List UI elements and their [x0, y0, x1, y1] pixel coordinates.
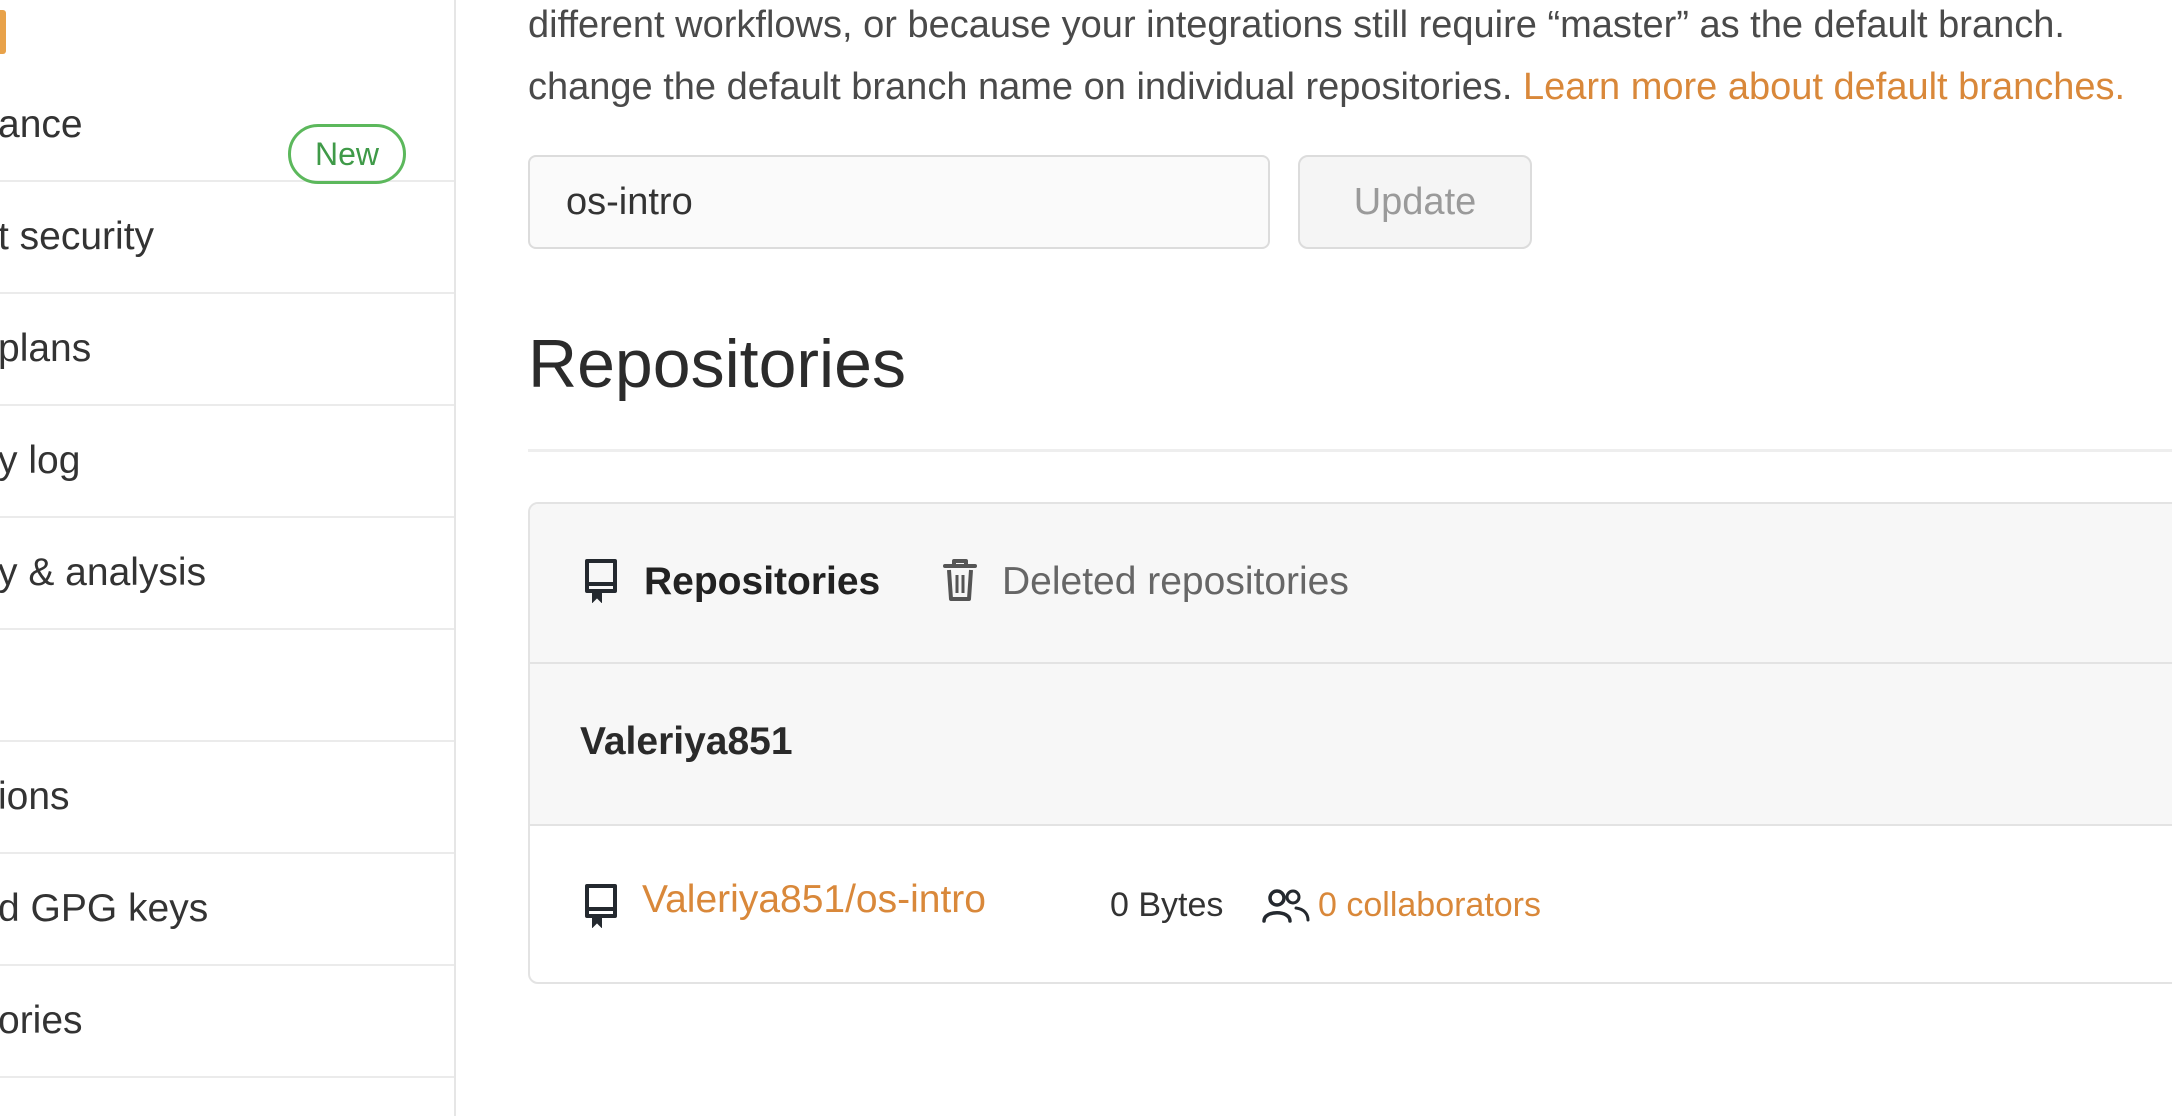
sidebar-item-blank[interactable] — [0, 630, 454, 742]
sidebar-item-account-security[interactable]: t security — [0, 182, 454, 294]
section-divider — [528, 449, 2172, 452]
trash-icon — [942, 557, 978, 608]
default-branch-input[interactable] — [528, 155, 1270, 249]
sidebar-item-label: plans — [0, 327, 92, 370]
sidebar-item-security-log[interactable]: y log — [0, 406, 454, 518]
update-button[interactable]: Update — [1298, 155, 1532, 249]
sidebar-item-label: ance — [0, 103, 83, 146]
sidebar-item-label: y log — [0, 439, 81, 482]
sidebar-item-label: t security — [0, 215, 155, 258]
repository-link[interactable]: Valeriya851/os-intro — [642, 878, 986, 922]
repositories-heading: Repositories — [528, 326, 906, 402]
description-line-2: change the default branch name on indivi… — [528, 56, 2125, 118]
settings-sidebar: ance New t security plans y log y & anal… — [0, 0, 456, 1116]
repository-size: 0 Bytes — [1110, 886, 1224, 924]
people-icon — [1262, 888, 1310, 929]
sidebar-item-label: d GPG keys — [0, 887, 209, 930]
sidebar-item-label: y & analysis — [0, 551, 207, 594]
tab-deleted-repositories-label: Deleted repositories — [1002, 560, 1349, 603]
repositories-box: Repositories Deleted repositories Valeri… — [528, 502, 2172, 984]
sidebar-item-label: ories — [0, 999, 83, 1042]
description-line-2-text: change the default branch name on indivi… — [528, 66, 1523, 108]
tab-repositories-label: Repositories — [644, 560, 881, 603]
owner-name: Valeriya851 — [580, 720, 793, 763]
tab-repositories[interactable]: Repositories — [582, 504, 880, 660]
description-line-1: different workflows, or because your int… — [528, 4, 2065, 46]
sidebar-active-accent — [0, 10, 6, 54]
sidebar-item-security-analysis[interactable]: y & analysis — [0, 518, 454, 630]
owner-row: Valeriya851 — [530, 664, 2172, 826]
settings-main: different workflows, or because your int… — [458, 0, 2172, 1116]
repositories-tabs: Repositories Deleted repositories — [530, 504, 2172, 664]
sidebar-item-ssh-gpg-keys[interactable]: d GPG keys — [0, 854, 454, 966]
new-badge: New — [288, 124, 406, 184]
repo-icon — [582, 557, 620, 608]
learn-more-default-branches-link[interactable]: Learn more about default branches. — [1523, 66, 2125, 108]
sidebar-item-billing-plans[interactable]: plans — [0, 294, 454, 406]
sidebar-item-label: ions — [0, 775, 70, 818]
settings-page: ance New t security plans y log y & anal… — [0, 0, 2172, 1116]
tab-deleted-repositories[interactable]: Deleted repositories — [942, 504, 1349, 660]
sidebar-item-repositories[interactable]: ories — [0, 966, 454, 1078]
repo-icon — [582, 882, 620, 933]
list-item: Valeriya851/os-intro 0 Bytes 0 collabora… — [530, 826, 2172, 982]
sidebar-item-applications[interactable]: ions — [0, 742, 454, 854]
collaborators-link[interactable]: 0 collaborators — [1318, 886, 1541, 925]
